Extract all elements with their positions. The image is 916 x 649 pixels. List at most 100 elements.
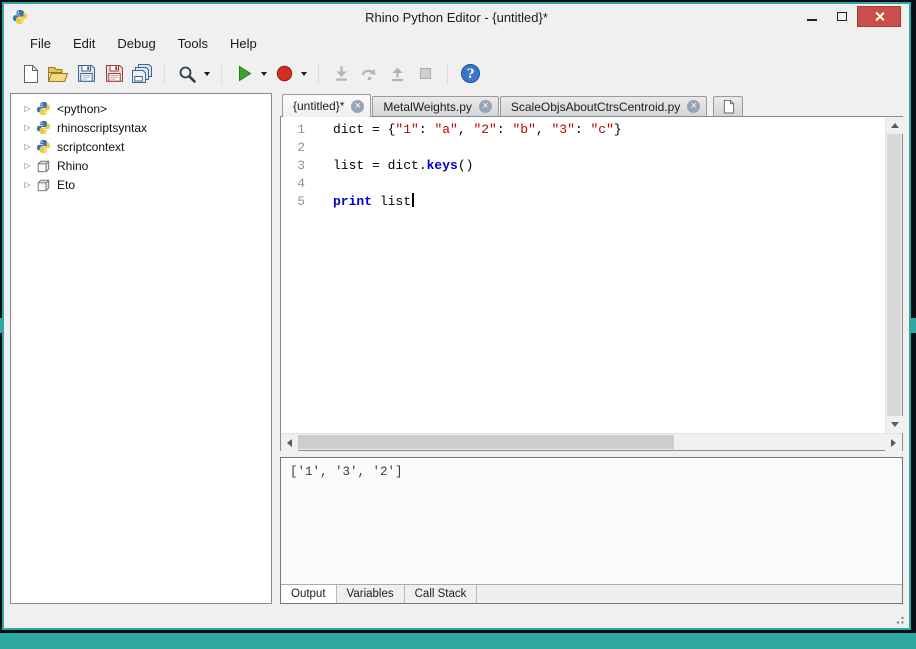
maximize-button[interactable] bbox=[827, 6, 857, 27]
search-button[interactable] bbox=[173, 60, 201, 88]
toolbar-group bbox=[230, 60, 310, 88]
code-text: print list bbox=[313, 193, 414, 211]
save-file-icon bbox=[76, 63, 97, 84]
toolbar-group: ? bbox=[456, 60, 484, 88]
output-tab-variables[interactable]: Variables bbox=[337, 585, 405, 603]
save-file-button[interactable] bbox=[72, 60, 100, 88]
tree-item-scriptcontext[interactable]: scriptcontext bbox=[11, 137, 271, 156]
tab-untitled[interactable]: {untitled}* bbox=[282, 94, 372, 117]
tab-scaleobjsaboutctrscentroid-py[interactable]: ScaleObjsAboutCtrsCentroid.py bbox=[499, 96, 708, 116]
help-button[interactable]: ? bbox=[456, 60, 484, 88]
scroll-up-button[interactable] bbox=[886, 117, 903, 134]
output-tab-output[interactable]: Output bbox=[281, 585, 337, 603]
line-number: 4 bbox=[297, 176, 305, 191]
minimize-icon bbox=[807, 19, 817, 21]
tab-close-icon[interactable] bbox=[478, 100, 492, 113]
debug-run-button[interactable] bbox=[270, 60, 298, 88]
debug-run-icon bbox=[275, 64, 294, 83]
menu-debug[interactable]: Debug bbox=[106, 32, 166, 55]
scroll-down-button[interactable] bbox=[886, 416, 903, 433]
line-number: 2 bbox=[297, 140, 305, 155]
help-icon: ? bbox=[460, 63, 481, 84]
close-button[interactable] bbox=[857, 6, 901, 27]
open-file-button[interactable] bbox=[44, 60, 72, 88]
minimize-button[interactable] bbox=[797, 6, 827, 27]
vertical-scroll-thumb[interactable] bbox=[887, 134, 901, 416]
tab-metalweights-py[interactable]: MetalWeights.py bbox=[372, 96, 499, 116]
output-text: ['1', '3', '2'] bbox=[290, 465, 403, 479]
horizontal-scroll-thumb[interactable] bbox=[298, 435, 674, 449]
code-text: dict = {"1": "a", "2": "b", "3": "c"} bbox=[333, 122, 622, 137]
expand-arrow-icon[interactable] bbox=[21, 142, 34, 151]
tab-close-icon[interactable] bbox=[351, 99, 365, 113]
new-file-button[interactable] bbox=[16, 60, 44, 88]
code-line: 5 print list bbox=[281, 193, 885, 211]
toolbar-separator bbox=[221, 62, 222, 85]
step-over-icon bbox=[360, 64, 379, 83]
tree-item-python[interactable]: <python> bbox=[11, 99, 271, 118]
tab-close-icon[interactable] bbox=[687, 100, 701, 113]
stop-button bbox=[411, 60, 439, 88]
scroll-left-button[interactable] bbox=[281, 434, 298, 451]
tab-label: {untitled}* bbox=[293, 99, 345, 113]
toolbar: ? bbox=[4, 57, 909, 90]
code-line: 4 bbox=[281, 175, 885, 193]
editor-tab-strip: {untitled}* MetalWeights.py ScaleObjsAbout… bbox=[280, 93, 903, 117]
stop-icon bbox=[416, 64, 435, 83]
horizontal-scroll-track[interactable] bbox=[298, 434, 885, 450]
close-icon bbox=[874, 11, 885, 22]
toolbar-separator bbox=[318, 62, 319, 85]
step-out-icon bbox=[388, 64, 407, 83]
menu-edit[interactable]: Edit bbox=[62, 32, 106, 55]
toolbar-group bbox=[16, 60, 156, 88]
window-controls bbox=[797, 6, 901, 27]
scroll-right-button[interactable] bbox=[885, 434, 902, 451]
editor-vertical-scrollbar[interactable] bbox=[885, 117, 903, 433]
menu-help[interactable]: Help bbox=[219, 32, 268, 55]
python-icon bbox=[36, 120, 54, 135]
code-line: 3 list = dict.keys() bbox=[281, 157, 885, 175]
tree-item-eto[interactable]: Eto bbox=[11, 175, 271, 194]
tree-item-label: <python> bbox=[57, 101, 108, 116]
python-app-icon[interactable] bbox=[12, 9, 28, 25]
debug-run-dropdown-arrow-icon[interactable] bbox=[298, 60, 310, 88]
menu-tools[interactable]: Tools bbox=[167, 32, 219, 55]
title-bar[interactable]: Rhino Python Editor - {untitled}* bbox=[4, 4, 909, 30]
python-icon bbox=[36, 101, 54, 116]
toolbar-group bbox=[327, 60, 439, 88]
status-bar bbox=[4, 610, 909, 628]
code-editor: 1 dict = {"1": "a", "2": "b", "3": "c"} 2 3… bbox=[280, 116, 903, 451]
tree-item-label: Rhino bbox=[57, 158, 89, 173]
menu-file[interactable]: File bbox=[19, 32, 62, 55]
expand-arrow-icon[interactable] bbox=[21, 180, 34, 189]
search-dropdown-arrow-icon[interactable] bbox=[201, 60, 213, 88]
tree-item-label: rhinoscriptsyntax bbox=[57, 120, 148, 135]
rhino-python-editor-window: Rhino Python Editor - {untitled}* File Ed… bbox=[2, 2, 911, 630]
toolbar-group bbox=[173, 60, 213, 88]
line-number: 1 bbox=[297, 122, 305, 137]
expand-arrow-icon[interactable] bbox=[21, 123, 34, 132]
toolbar-separator bbox=[447, 62, 448, 85]
taskbar-strip bbox=[0, 633, 916, 649]
tree-item-rhino[interactable]: Rhino bbox=[11, 156, 271, 175]
run-script-dropdown-arrow-icon[interactable] bbox=[258, 60, 270, 88]
code-lines[interactable]: 1 dict = {"1": "a", "2": "b", "3": "c"} 2 3… bbox=[281, 117, 885, 433]
module-tree-panel: <python> rhinoscriptsyntax scriptcontext Rh… bbox=[10, 93, 272, 604]
expand-arrow-icon[interactable] bbox=[21, 161, 34, 170]
tree-item-label: Eto bbox=[57, 177, 76, 192]
tree-item-rhinoscriptsyntax[interactable]: rhinoscriptsyntax bbox=[11, 118, 271, 137]
arrow-left-icon bbox=[287, 438, 292, 447]
vertical-scroll-track[interactable] bbox=[886, 134, 902, 416]
new-tab-button[interactable] bbox=[713, 96, 744, 116]
save-all-button[interactable] bbox=[128, 60, 156, 88]
editor-horizontal-scrollbar[interactable] bbox=[281, 433, 902, 451]
open-file-icon bbox=[47, 64, 69, 84]
expand-arrow-icon[interactable] bbox=[21, 104, 34, 113]
resize-grip[interactable] bbox=[893, 613, 905, 625]
line-number: 3 bbox=[297, 158, 305, 173]
save-file-as-button[interactable] bbox=[100, 60, 128, 88]
output-tab-call-stack[interactable]: Call Stack bbox=[405, 585, 478, 603]
run-script-button[interactable] bbox=[230, 60, 258, 88]
python-icon bbox=[36, 139, 54, 154]
new-file-icon bbox=[21, 64, 39, 84]
